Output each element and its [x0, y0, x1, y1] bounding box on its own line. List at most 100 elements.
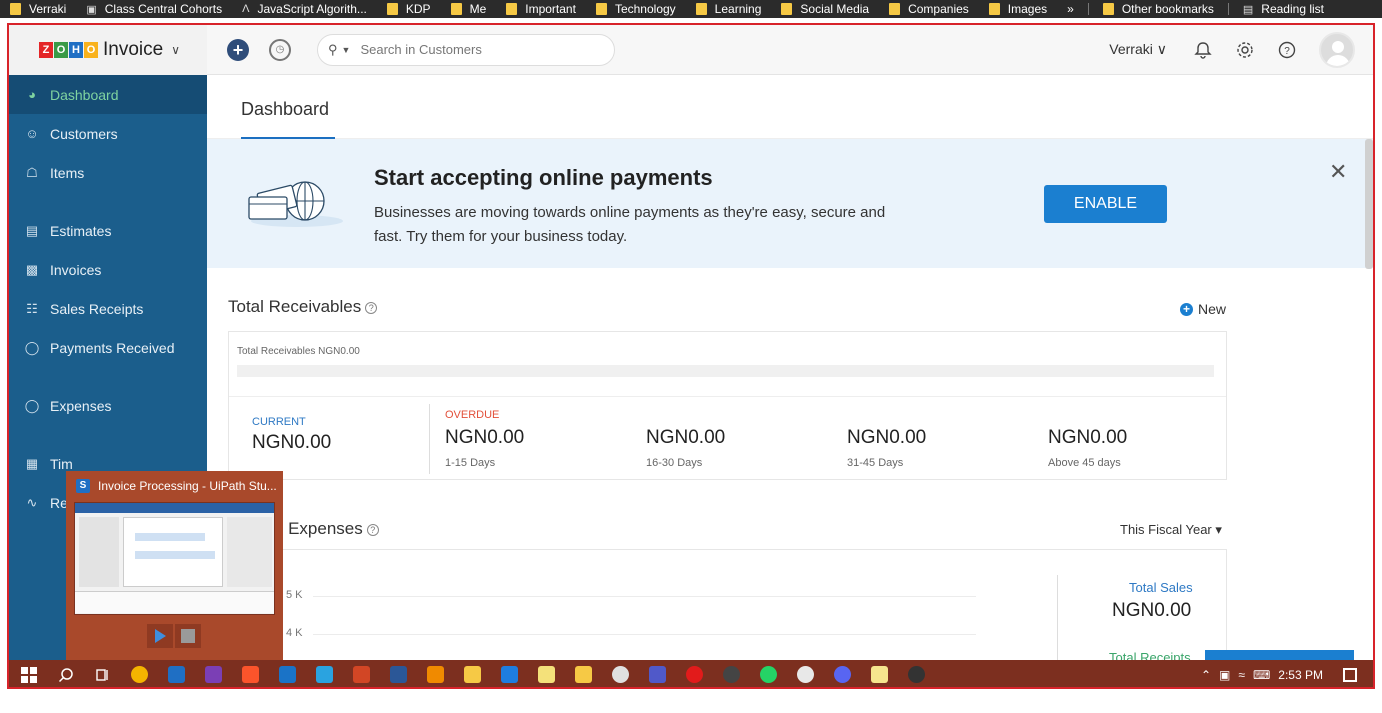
task-view-icon[interactable]	[94, 666, 111, 683]
notes-icon[interactable]	[871, 666, 888, 683]
close-icon[interactable]: ✕	[1329, 159, 1347, 185]
bookmark-item[interactable]: Important	[496, 2, 586, 16]
overdue-range: Above 45 days	[1048, 457, 1121, 469]
other-bookmarks[interactable]: Other bookmarks	[1093, 2, 1224, 16]
bookmarks-overflow-button[interactable]: »	[1057, 2, 1084, 16]
preview-thumbnail[interactable]	[74, 502, 275, 615]
word-icon[interactable]	[390, 666, 407, 683]
banner-description: Businesses are moving towards online pay…	[374, 204, 886, 245]
bookmark-label: Learning	[714, 2, 762, 16]
sidebar-item-sales-receipts[interactable]: ☷ Sales Receipts	[9, 289, 207, 328]
sidebar-item-expenses[interactable]: ◯ Expenses	[9, 386, 207, 425]
search-icon[interactable]	[57, 666, 74, 683]
help-icon[interactable]: ?	[1277, 40, 1297, 60]
current-label: CURRENT	[252, 416, 306, 428]
new-receivable-button[interactable]: + New	[1180, 301, 1226, 317]
sidebar-item-items[interactable]: ☖ Items	[9, 153, 207, 192]
sidebar-item-invoices[interactable]: ▩ Invoices	[9, 250, 207, 289]
notification-icon[interactable]	[1343, 667, 1357, 682]
bookmark-item[interactable]: Me	[441, 2, 497, 16]
y-tick-label: 4 K	[286, 627, 303, 639]
teams-icon[interactable]	[649, 666, 666, 683]
powerpoint-icon[interactable]	[353, 666, 370, 683]
period-dropdown[interactable]: This Fiscal Year ▾	[1120, 522, 1222, 538]
payment-icon: ◯	[24, 339, 40, 355]
tab-dashboard[interactable]: Dashboard	[241, 99, 329, 120]
whatsapp-icon[interactable]	[760, 666, 777, 683]
search-input[interactable]: Search in Customers	[360, 42, 481, 57]
brave-icon[interactable]	[242, 666, 259, 683]
battery-icon[interactable]: ▣	[1219, 668, 1230, 682]
bookmark-label: Technology	[614, 2, 676, 16]
brand-switcher[interactable]: Z O H O Invoice ∨	[9, 24, 207, 75]
slack-icon[interactable]	[797, 666, 814, 683]
receivables-title: Total Receivables?	[228, 297, 378, 317]
bookmark-item[interactable]: Social Media	[771, 2, 879, 16]
help-widget-tab[interactable]	[1205, 650, 1354, 660]
overdue-amount: NGN0.00	[646, 427, 726, 448]
wifi-icon[interactable]: ≈	[1238, 668, 1245, 682]
reading-list[interactable]: ▤ Reading list	[1233, 2, 1334, 16]
help-icon[interactable]: ?	[365, 301, 378, 314]
bookmark-label: Images	[1007, 2, 1048, 16]
avatar[interactable]	[1319, 31, 1355, 68]
expense-icon: ◯	[24, 397, 40, 413]
bookmark-item[interactable]: Technology	[586, 2, 686, 16]
telegram-icon[interactable]	[316, 666, 333, 683]
sidebar-item-customers[interactable]: ☺ Customers	[9, 114, 207, 153]
bookmark-item[interactable]: Verraki	[0, 2, 76, 16]
trello-icon[interactable]	[501, 666, 518, 683]
chrome-icon[interactable]	[131, 666, 148, 683]
outlook-icon[interactable]	[279, 666, 296, 683]
stop-button[interactable]	[175, 624, 201, 648]
folder-icon	[1102, 3, 1114, 15]
credit-cards-globe-icon	[245, 177, 345, 234]
sidebar-item-label: Sales Receipts	[50, 300, 144, 317]
files-icon[interactable]	[464, 666, 481, 683]
sidebar-item-estimates[interactable]: ▤ Estimates	[9, 211, 207, 250]
github-icon[interactable]	[723, 666, 740, 683]
organization-switcher[interactable]: Verraki ∨	[1109, 41, 1167, 58]
user-icon: ☺	[25, 126, 39, 141]
bell-icon[interactable]	[1193, 40, 1213, 60]
help-icon[interactable]: ?	[366, 523, 379, 536]
notepad-icon[interactable]	[538, 666, 555, 683]
bookmark-label: Me	[469, 2, 487, 16]
gear-icon[interactable]	[1235, 40, 1255, 60]
bookmark-item[interactable]: ▣ Class Central Cohorts	[76, 2, 232, 16]
bookmark-item[interactable]: Companies	[879, 2, 979, 16]
discord-icon[interactable]	[834, 666, 851, 683]
sidebar-item-label: Customers	[50, 125, 118, 142]
search-box[interactable]: ⚲ ▼ Search in Customers	[317, 33, 615, 66]
taskbar-window-preview[interactable]: S Invoice Processing - UiPath Stu...	[66, 471, 283, 660]
vlc-icon[interactable]	[427, 666, 444, 683]
quick-create-plus-icon[interactable]: +	[227, 38, 249, 61]
enable-button[interactable]: ENABLE	[1044, 185, 1167, 223]
bookmark-item[interactable]: Learning	[686, 2, 772, 16]
obs-icon[interactable]	[908, 666, 925, 683]
keyboard-icon[interactable]: ⌨	[1253, 668, 1270, 682]
search-scope-dropdown-icon[interactable]: ▼	[342, 45, 351, 55]
new-label: New	[1198, 301, 1227, 317]
explorer-icon[interactable]	[575, 666, 592, 683]
play-button[interactable]	[147, 624, 173, 648]
clock[interactable]: 2:53 PM	[1278, 668, 1323, 682]
bookmark-item[interactable]: Λ JavaScript Algorith...	[232, 2, 377, 16]
slack-app-icon[interactable]	[612, 666, 629, 683]
bookmark-item[interactable]: Images	[979, 2, 1057, 16]
scrollbar[interactable]	[1365, 139, 1373, 269]
onenote-icon[interactable]	[205, 666, 222, 683]
uipath-icon[interactable]	[168, 666, 185, 683]
history-icon[interactable]: ◷	[269, 38, 291, 61]
bookmark-item[interactable]: KDP	[377, 2, 441, 16]
sidebar-item-dashboard[interactable]: ◕ Dashboard	[9, 75, 207, 114]
svg-text:?: ?	[1284, 46, 1290, 57]
payments-banner: Start accepting online payments Business…	[207, 139, 1373, 268]
chevron-up-icon[interactable]: ⌃	[1201, 668, 1211, 682]
youtube-icon[interactable]	[686, 666, 703, 683]
bookmark-label: Class Central Cohorts	[104, 2, 223, 16]
sidebar-item-payments-received[interactable]: ◯ Payments Received	[9, 328, 207, 367]
app-header: Z O H O Invoice ∨ + ◷ ⚲ ▼ Search in Cust…	[9, 24, 1373, 75]
tab-bar: Dashboard	[207, 75, 1373, 139]
windows-icon[interactable]	[20, 666, 37, 683]
